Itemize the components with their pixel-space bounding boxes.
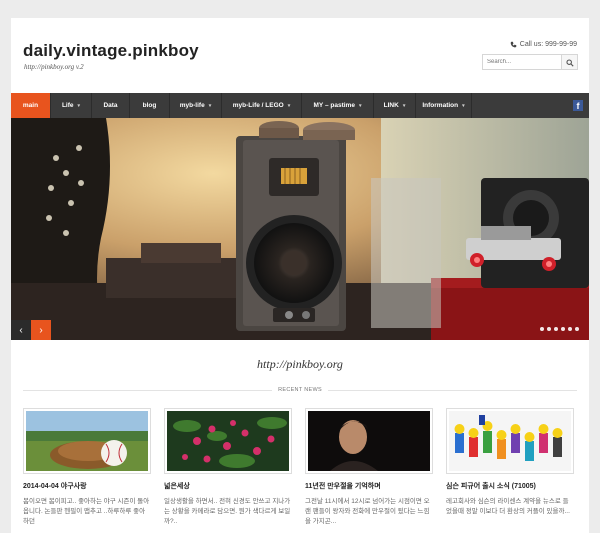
- nav-item-data[interactable]: Data: [92, 93, 130, 118]
- slider-dot[interactable]: [561, 327, 565, 331]
- news-thumbnail[interactable]: [23, 408, 151, 474]
- news-title[interactable]: 11년전 만우절을 기억하며: [305, 482, 433, 491]
- nav-item-label: LINK: [383, 102, 399, 109]
- slider-dot[interactable]: [547, 327, 551, 331]
- chevron-left-icon: ‹: [19, 324, 23, 336]
- slider-dot[interactable]: [568, 327, 572, 331]
- recent-news-list: 2014-04-04 야구사랑 봄이오면 봄이피고.. 좋아하는 야구 시즌이 …: [23, 408, 577, 527]
- chevron-down-icon: ▾: [358, 102, 362, 109]
- news-card: 심슨 피규어 출시 소식 (71005) 레고회사와 심슨의 라이센스 계약을 …: [446, 408, 574, 527]
- news-excerpt: 레고회사와 심슨의 라이센스 계약을 뉴스로 들었을때 정말 이보다 더 환상의…: [446, 498, 570, 516]
- page: daily.vintage.pinkboy http://pinkboy.org…: [11, 18, 589, 533]
- nav-item-blog[interactable]: blog: [130, 93, 170, 118]
- slider-dot[interactable]: [554, 327, 558, 331]
- news-card: 2014-04-04 야구사랑 봄이오면 봄이피고.. 좋아하는 야구 시즌이 …: [23, 408, 151, 527]
- site-tagline: http://pinkboy.org v.2: [24, 63, 84, 71]
- search-form: [482, 54, 578, 70]
- nav-item-label: main: [22, 102, 39, 109]
- site-url-heading: http://pinkboy.org: [257, 357, 343, 371]
- call-us: Call us: 999-99-99: [510, 41, 577, 48]
- search-icon: [565, 55, 574, 70]
- nav-item-myb-life-lego[interactable]: myb-Life / LEGO ▾: [222, 93, 302, 118]
- chevron-down-icon: ▾: [77, 102, 81, 109]
- nav-item-label: Information: [422, 102, 459, 109]
- news-excerpt: 일상생활을 하면서.. 전혀 신경도 안쓰고 지나가는 상황을 카메라로 담으면…: [164, 498, 291, 526]
- divider: [23, 389, 273, 391]
- nav-item-label: myb-life: [179, 102, 205, 109]
- nav-item-label: MY – pastime: [313, 102, 355, 109]
- call-us-label: Call us: 999-99-99: [519, 41, 577, 48]
- nav-item-life[interactable]: Life ▾: [51, 93, 92, 118]
- phone-icon: [510, 41, 517, 48]
- chevron-down-icon: ▾: [462, 102, 465, 109]
- nav-item-main[interactable]: main: [11, 93, 51, 118]
- news-title[interactable]: 심슨 피규어 출시 소식 (71005): [446, 482, 574, 491]
- news-excerpt: 그전날 11시에서 12시로 넘어가는 시점이면 오랜 팬들이 왕자와 전화에 …: [305, 498, 430, 526]
- facebook-icon[interactable]: f: [573, 100, 583, 111]
- news-thumbnail[interactable]: [164, 408, 292, 474]
- news-excerpt: 봄이오면 봄이피고.. 좋아하는 야구 시즌이 돌아옵니다. 논들판 헨필이 맵…: [23, 498, 150, 526]
- search-button[interactable]: [561, 55, 577, 69]
- news-title[interactable]: 2014-04-04 야구사랑: [23, 482, 151, 491]
- nav-item-label: Data: [103, 102, 118, 109]
- news-thumbnail[interactable]: [305, 408, 433, 474]
- slider-dot[interactable]: [540, 327, 544, 331]
- news-thumbnail[interactable]: [446, 408, 574, 474]
- chevron-down-icon: ▾: [287, 102, 291, 109]
- slider-pagination: [540, 327, 579, 331]
- site-title[interactable]: daily.vintage.pinkboy: [23, 41, 199, 61]
- hero-slider: ‹ ›: [11, 118, 589, 340]
- nav-item-myb-life[interactable]: myb-life ▾: [170, 93, 222, 118]
- news-card: 넓은세상 일상생활을 하면서.. 전혀 신경도 안쓰고 지나가는 상황을 카메라…: [164, 408, 292, 527]
- recent-news-label: RECENT NEWS: [278, 387, 322, 393]
- divider: [327, 389, 577, 391]
- slide-image: [11, 118, 589, 340]
- slider-next-button[interactable]: ›: [31, 320, 51, 340]
- nav-item-label: myb-Life / LEGO: [232, 102, 284, 109]
- news-title[interactable]: 넓은세상: [164, 482, 292, 491]
- search-input[interactable]: [483, 55, 561, 69]
- chevron-right-icon: ›: [39, 324, 43, 336]
- recent-news-heading: RECENT NEWS: [23, 387, 577, 393]
- main-nav: main Life ▾ Data blog myb-life ▾ myb-Life …: [11, 93, 589, 118]
- nav-item-label: blog: [142, 102, 157, 109]
- slider-prev-button[interactable]: ‹: [11, 320, 31, 340]
- slider-dot[interactable]: [575, 327, 579, 331]
- chevron-down-icon: ▾: [208, 102, 212, 109]
- nav-item-my-pastime[interactable]: MY – pastime ▾: [302, 93, 374, 118]
- news-card: 11년전 만우절을 기억하며 그전날 11시에서 12시로 넘어가는 시점이면 …: [305, 408, 433, 527]
- nav-item-link[interactable]: LINK ▾: [374, 93, 416, 118]
- chevron-down-icon: ▾: [402, 102, 406, 109]
- nav-item-information[interactable]: Information ▾: [416, 93, 472, 118]
- nav-item-label: Life: [61, 102, 74, 109]
